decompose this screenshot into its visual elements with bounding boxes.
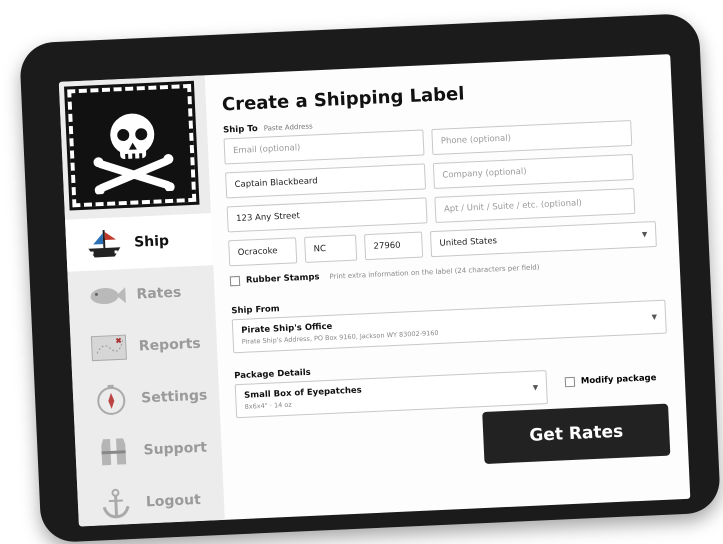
ship-from-text: Pirate Ship's Office Pirate Ship's Addre… (241, 317, 439, 346)
chevron-down-icon: ▼ (651, 313, 658, 322)
chevron-down-icon: ▼ (532, 383, 539, 392)
main-content: Create a Shipping Label Ship To Paste Ad… (205, 54, 691, 520)
name-field[interactable]: Captain Blackbeard (225, 163, 427, 199)
sidebar-item-label: Rates (136, 284, 182, 303)
apt-field[interactable]: Apt / Unit / Suite / etc. (optional) (434, 187, 636, 223)
sidebar-item-label: Support (143, 439, 208, 459)
paste-address-link[interactable]: Paste Address (264, 122, 313, 132)
anchor-icon (93, 486, 138, 522)
scene: Ship Rates Reports Settings Support Logo… (0, 0, 723, 544)
sidebar-item-logout[interactable]: Logout (77, 473, 225, 527)
country-select[interactable]: United States ▼ (429, 220, 657, 258)
rubber-stamps-label: Rubber Stamps (245, 272, 320, 286)
modify-package-label: Modify package (580, 373, 657, 387)
get-rates-button[interactable]: Get Rates (482, 403, 671, 464)
phone-field[interactable]: Phone (optional) (431, 119, 633, 156)
email-field[interactable]: Email (optional) (223, 129, 425, 165)
street-field[interactable]: 123 Any Street (226, 197, 428, 233)
zip-field[interactable]: 27960 (364, 231, 424, 261)
country-value: United States (439, 236, 498, 249)
rubber-stamps-checkbox[interactable] (229, 275, 241, 287)
skull-crossbones-icon (93, 113, 175, 195)
treasure-map-icon (86, 330, 131, 366)
ship-icon (81, 226, 126, 262)
pirate-stamp-logo[interactable] (64, 80, 200, 211)
sidebar-item-label: Logout (145, 491, 202, 511)
chevron-down-icon: ▼ (641, 230, 648, 239)
rubber-stamps-hint: Print extra information on the label (24… (329, 263, 540, 281)
sidebar-item-label: Settings (140, 387, 208, 407)
sidebar-item-support[interactable]: Support (74, 421, 222, 480)
fish-icon (84, 278, 129, 314)
state-field[interactable]: NC (304, 234, 358, 263)
compass-icon (89, 382, 134, 418)
life-vest-icon (91, 434, 136, 470)
tablet-frame: Ship Rates Reports Settings Support Logo… (19, 12, 721, 544)
sidebar-item-settings[interactable]: Settings (72, 369, 220, 428)
modify-package-option: Modify package (564, 373, 657, 388)
sidebar-nav: Ship Rates Reports Settings Support Logo… (65, 213, 225, 526)
sidebar-item-reports[interactable]: Reports (70, 317, 218, 376)
app-screen: Ship Rates Reports Settings Support Logo… (58, 54, 691, 527)
sidebar-item-rates[interactable]: Rates (67, 265, 215, 324)
modify-package-checkbox[interactable] (564, 376, 576, 388)
ship-to-label: Ship To (222, 123, 258, 136)
package-text: Small Box of Eyepatches 8x6x4" · 14 oz (244, 385, 362, 410)
company-field[interactable]: Company (optional) (432, 153, 634, 190)
sidebar-item-ship[interactable]: Ship (65, 213, 214, 272)
sidebar-item-label: Ship (133, 233, 170, 251)
sidebar-item-label: Reports (138, 335, 202, 355)
city-field[interactable]: Ocracoke (228, 237, 298, 267)
sidebar: Ship Rates Reports Settings Support Logo… (58, 75, 225, 527)
